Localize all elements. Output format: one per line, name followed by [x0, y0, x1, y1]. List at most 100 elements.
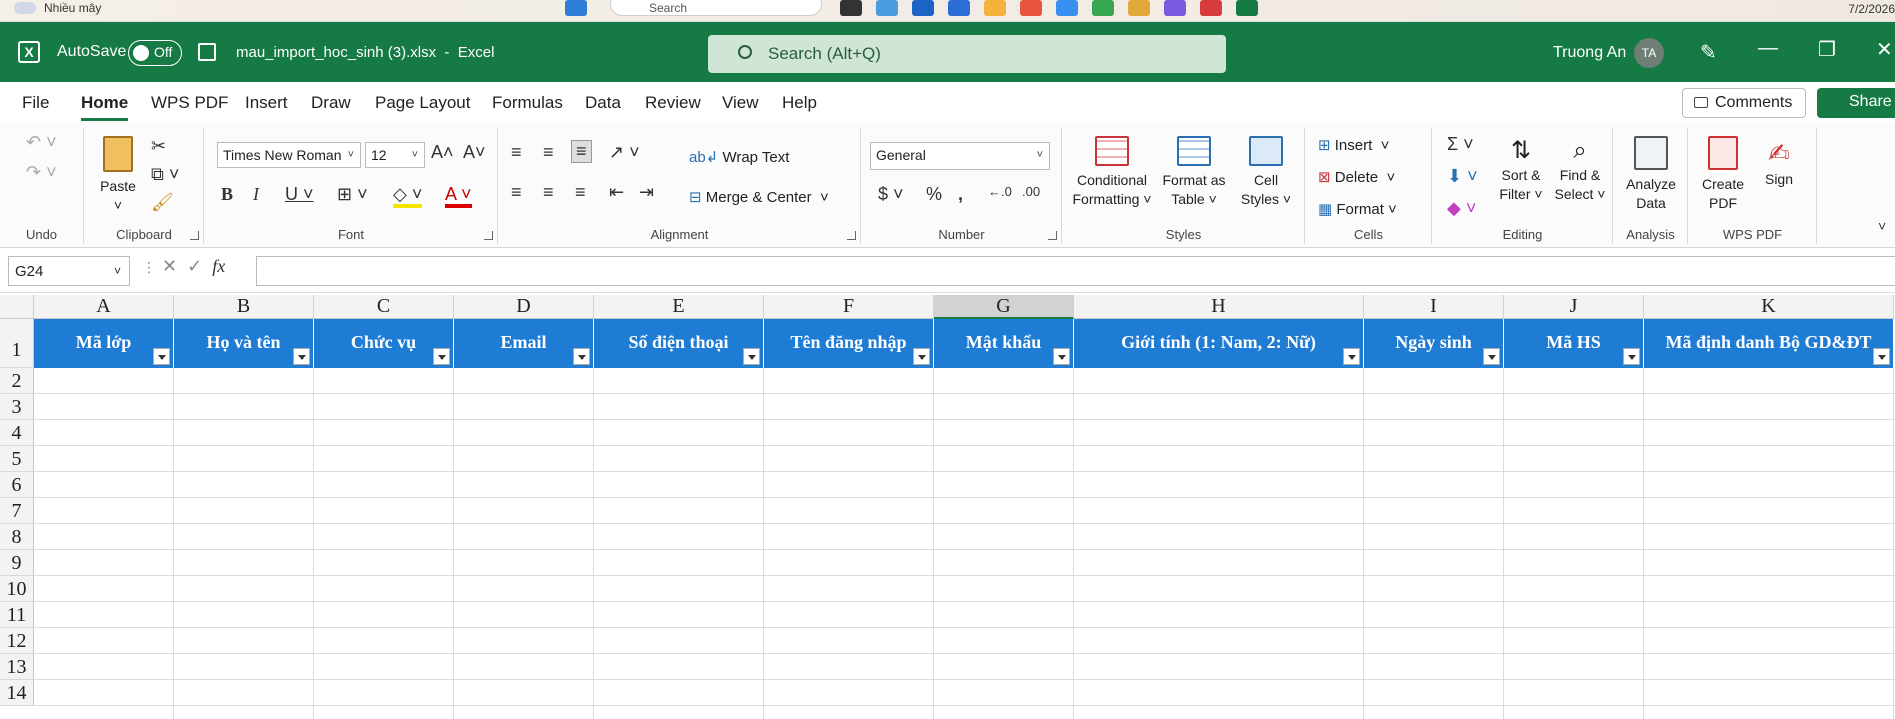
number-format-select[interactable]: General ˅: [870, 142, 1050, 170]
fill-icon[interactable]: ⬇ ˅: [1447, 166, 1478, 187]
column-header-a[interactable]: A: [34, 295, 174, 319]
row-header[interactable]: 8: [0, 524, 34, 550]
filter-dropdown-icon[interactable]: [293, 348, 310, 365]
dialog-launcher-icon[interactable]: [1048, 231, 1057, 240]
column-header-e[interactable]: E: [594, 295, 764, 319]
align-center-icon[interactable]: ≡: [543, 182, 554, 203]
bold-icon[interactable]: B: [221, 184, 233, 205]
delete-cells-button[interactable]: ⊠ Delete ˅: [1318, 168, 1395, 187]
increase-font-icon[interactable]: A˄: [431, 142, 454, 163]
windows-start-icon[interactable]: [565, 0, 587, 16]
column-header-d[interactable]: D: [454, 295, 594, 319]
decrease-decimal-icon[interactable]: .00: [1022, 184, 1040, 199]
font-size-select[interactable]: 12 ˅: [365, 142, 425, 168]
align-middle-icon[interactable]: ≡: [543, 142, 554, 163]
chrome-icon[interactable]: [1128, 0, 1150, 16]
filter-dropdown-icon[interactable]: [1343, 348, 1360, 365]
clear-icon[interactable]: ◆ ˅: [1447, 198, 1476, 219]
avatar[interactable]: TA: [1634, 38, 1664, 68]
conditional-formatting-button[interactable]: Conditional Formatting ˅: [1071, 136, 1153, 209]
filter-dropdown-icon[interactable]: [743, 348, 760, 365]
app-icon[interactable]: [1092, 0, 1114, 16]
find-select-button[interactable]: ⌕ Find & Select ˅: [1551, 136, 1609, 204]
user-name[interactable]: Truong An: [1553, 44, 1626, 62]
filter-dropdown-icon[interactable]: [1053, 348, 1070, 365]
table-header-cell[interactable]: Mã lớp: [34, 319, 174, 368]
underline-icon[interactable]: U ˅: [285, 184, 314, 205]
wrap-text-button[interactable]: ab↲ Wrap Text: [689, 148, 789, 167]
increase-decimal-icon[interactable]: ←.0: [988, 184, 1012, 199]
tab-view[interactable]: View: [722, 93, 759, 113]
filter-dropdown-icon[interactable]: [913, 348, 930, 365]
excel-taskbar-icon[interactable]: [1236, 0, 1258, 16]
column-header-i[interactable]: I: [1364, 295, 1504, 319]
filter-dropdown-icon[interactable]: [1623, 348, 1640, 365]
close-icon[interactable]: ✕: [1876, 37, 1893, 62]
tab-home[interactable]: Home: [81, 93, 129, 121]
edge-icon[interactable]: [876, 0, 898, 16]
column-header-c[interactable]: C: [314, 295, 454, 319]
table-header-cell[interactable]: Họ và tên: [174, 319, 314, 368]
viber-icon[interactable]: [1164, 0, 1186, 16]
currency-icon[interactable]: $ ˅: [878, 184, 904, 205]
filter-dropdown-icon[interactable]: [153, 348, 170, 365]
dialog-launcher-icon[interactable]: [190, 231, 199, 240]
tab-help[interactable]: Help: [782, 93, 817, 113]
row-header[interactable]: 4: [0, 420, 34, 446]
create-pdf-button[interactable]: Create PDF: [1695, 136, 1751, 213]
row-header[interactable]: 9: [0, 550, 34, 576]
row-header[interactable]: 7: [0, 498, 34, 524]
fill-color-icon[interactable]: ◇ ˅: [393, 184, 423, 208]
app-icon[interactable]: [948, 0, 970, 16]
filter-dropdown-icon[interactable]: [573, 348, 590, 365]
align-right-icon[interactable]: ≡: [575, 182, 586, 203]
align-left-icon[interactable]: ≡: [511, 182, 522, 203]
row-header[interactable]: 11: [0, 602, 34, 628]
table-header-cell[interactable]: Số điện thoại: [594, 319, 764, 368]
tab-formulas[interactable]: Formulas: [492, 93, 563, 113]
row-header[interactable]: 10: [0, 576, 34, 602]
table-header-cell[interactable]: Giới tính (1: Nam, 2: Nữ): [1074, 319, 1364, 368]
filter-dropdown-icon[interactable]: [1873, 348, 1890, 365]
font-color-icon[interactable]: A ˅: [445, 184, 472, 208]
format-painter-icon[interactable]: 🖌: [151, 192, 174, 213]
borders-icon[interactable]: ⊞ ˅: [337, 184, 368, 205]
format-as-table-button[interactable]: Format as Table ˅: [1157, 136, 1231, 209]
restore-icon[interactable]: ❐: [1818, 37, 1836, 62]
font-family-select[interactable]: Times New Roman ˅: [217, 142, 361, 168]
table-header-cell[interactable]: Ngày sinh: [1364, 319, 1504, 368]
tab-file[interactable]: File: [22, 93, 49, 113]
copy-icon[interactable]: ⧉ ˅: [151, 164, 179, 185]
insert-cells-button[interactable]: ⊞ Insert ˅: [1318, 136, 1389, 155]
minimize-icon[interactable]: —: [1758, 37, 1778, 60]
table-header-cell[interactable]: Chức vụ: [314, 319, 454, 368]
autosum-icon[interactable]: Σ ˅: [1447, 134, 1474, 155]
collapse-ribbon-icon[interactable]: ˅: [1878, 218, 1886, 234]
sort-filter-button[interactable]: ⇅ Sort & Filter ˅: [1493, 136, 1549, 204]
row-header[interactable]: 5: [0, 446, 34, 472]
row-header[interactable]: 3: [0, 394, 34, 420]
format-cells-button[interactable]: ▦ Format ˅: [1318, 200, 1397, 219]
tab-data[interactable]: Data: [585, 93, 621, 113]
table-header-cell[interactable]: Mã HS: [1504, 319, 1644, 368]
filter-dropdown-icon[interactable]: [433, 348, 450, 365]
worksheet-grid[interactable]: A B C D E F G H I J K 1 2 3 4 5 6 7 8 9 10 11 12 13 14 Mã lớp Họ v…: [0, 295, 1895, 719]
app-icon[interactable]: [840, 0, 862, 16]
column-header-f[interactable]: F: [764, 295, 934, 319]
select-all-corner[interactable]: [0, 295, 34, 319]
tab-page-layout[interactable]: Page Layout: [375, 93, 470, 113]
redo-icon[interactable]: ↷ ˅: [26, 162, 57, 183]
row-header[interactable]: 14: [0, 680, 34, 706]
weather-widget[interactable]: Nhiều mây: [14, 1, 101, 15]
align-bottom-icon[interactable]: ≡: [571, 140, 592, 163]
tab-review[interactable]: Review: [645, 93, 701, 113]
table-header-cell[interactable]: Email: [454, 319, 594, 368]
dialog-launcher-icon[interactable]: [847, 231, 856, 240]
column-header-j[interactable]: J: [1504, 295, 1644, 319]
row-header[interactable]: 12: [0, 628, 34, 654]
insert-function-icon[interactable]: fx: [212, 256, 225, 276]
row-header[interactable]: 6: [0, 472, 34, 498]
comma-style-icon[interactable]: ,: [958, 184, 963, 205]
cell-styles-button[interactable]: Cell Styles ˅: [1235, 136, 1297, 209]
paste-button[interactable]: Paste ˅: [93, 136, 143, 215]
